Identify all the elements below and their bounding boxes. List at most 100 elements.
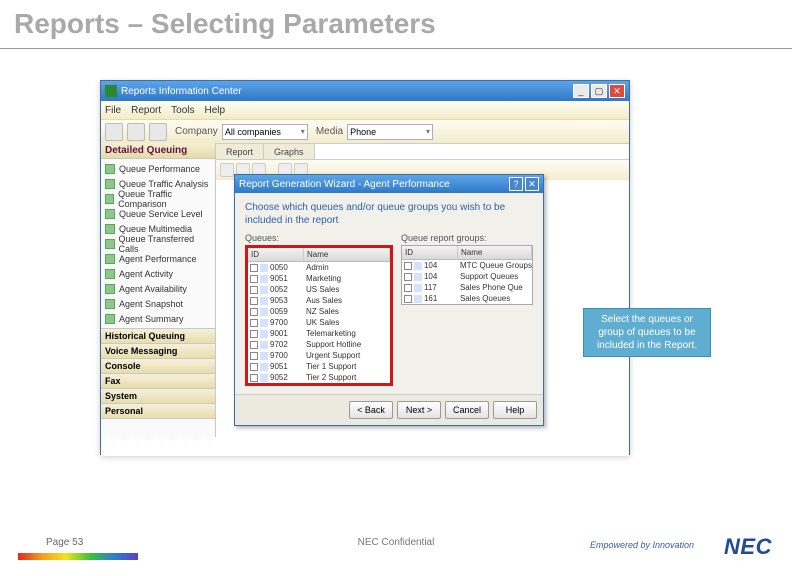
queue-row[interactable]: 9702Support Hotline	[248, 339, 390, 350]
sidebar-item[interactable]: Agent Snapshot	[101, 296, 215, 311]
report-icon	[105, 299, 115, 309]
help-button[interactable]: ?	[509, 177, 523, 191]
titlebar: Reports Information Center _ ▢ ✕	[101, 81, 629, 101]
checkbox[interactable]	[404, 295, 412, 303]
sidebar-item[interactable]: Agent Summary	[101, 311, 215, 326]
queues-label: Queues:	[245, 233, 393, 243]
sidebar-item[interactable]: Agent Availability	[101, 281, 215, 296]
queue-row[interactable]: 9700Urgent Support	[248, 350, 390, 361]
toolbar-icon[interactable]	[127, 123, 145, 141]
menu-file[interactable]: File	[105, 105, 121, 116]
maximize-button[interactable]: ▢	[591, 84, 607, 98]
sidebar-item[interactable]: Queue Traffic Comparison	[101, 191, 215, 206]
queue-icon	[260, 264, 268, 272]
queue-icon	[260, 275, 268, 283]
category-header[interactable]: Voice Messaging	[101, 344, 215, 359]
report-icon	[105, 209, 115, 219]
callout: Select the queues or group of queues to …	[583, 308, 711, 357]
report-icon	[105, 284, 115, 294]
queue-row[interactable]: 0050Admin	[248, 262, 390, 273]
group-row[interactable]: 104Support Queues	[402, 271, 532, 282]
queue-icon	[260, 286, 268, 294]
dialog-close-button[interactable]: ✕	[525, 177, 539, 191]
report-icon	[105, 269, 115, 279]
report-icon	[105, 224, 115, 234]
sidebar-item[interactable]: Queue Performance	[101, 161, 215, 176]
sidebar: Detailed Queuing Queue Performance Queue …	[101, 143, 216, 456]
toolbar-icon[interactable]	[105, 123, 123, 141]
cancel-button[interactable]: Cancel	[445, 401, 489, 419]
checkbox[interactable]	[250, 341, 258, 349]
category-header[interactable]: Personal	[101, 404, 215, 419]
category-header[interactable]: Console	[101, 359, 215, 374]
dialog-titlebar: Report Generation Wizard - Agent Perform…	[235, 175, 543, 193]
checkbox[interactable]	[250, 319, 258, 327]
report-icon	[105, 179, 115, 189]
group-icon	[414, 284, 422, 292]
queue-row[interactable]: 9001Telemarketing	[248, 328, 390, 339]
close-button[interactable]: ✕	[609, 84, 625, 98]
group-icon	[414, 295, 422, 303]
group-row[interactable]: 104MTC Queue Groups	[402, 260, 532, 271]
queues-list[interactable]: IDName 0050Admin9051Marketing0052US Sale…	[245, 245, 393, 386]
group-row[interactable]: 161Sales Queues	[402, 293, 532, 304]
back-button[interactable]: < Back	[349, 401, 393, 419]
menu-help[interactable]: Help	[205, 105, 226, 116]
category-header[interactable]: Historical Queuing	[101, 329, 215, 344]
media-select[interactable]: Phone▾	[347, 124, 433, 140]
toolbar-icon[interactable]	[149, 123, 167, 141]
checkbox[interactable]	[404, 262, 412, 270]
queue-row[interactable]: 9052Tier 2 Support	[248, 372, 390, 383]
checkbox[interactable]	[250, 264, 258, 272]
help-button[interactable]: Help	[493, 401, 537, 419]
sidebar-item[interactable]: Queue Service Level	[101, 206, 215, 221]
checkbox[interactable]	[250, 374, 258, 382]
queue-row[interactable]: 9051Marketing	[248, 273, 390, 284]
checkbox[interactable]	[250, 352, 258, 360]
dialog-instruction: Choose which queues and/or queue groups …	[245, 201, 533, 227]
category-header[interactable]: System	[101, 389, 215, 404]
rainbow-bar	[18, 553, 138, 560]
queue-icon	[260, 319, 268, 327]
chevron-down-icon: ▾	[426, 127, 430, 136]
report-icon	[105, 254, 115, 264]
checkbox[interactable]	[250, 330, 258, 338]
company-select[interactable]: All companies▾	[222, 124, 308, 140]
tab-report[interactable]: Report	[216, 144, 264, 159]
checkbox[interactable]	[404, 284, 412, 292]
checkbox[interactable]	[250, 363, 258, 371]
tab-graphs[interactable]: Graphs	[264, 144, 315, 159]
category-header[interactable]: Fax	[101, 374, 215, 389]
checkbox[interactable]	[404, 273, 412, 281]
sidebar-header: Detailed Queuing	[101, 143, 215, 159]
sidebar-item[interactable]: Agent Activity	[101, 266, 215, 281]
checkbox[interactable]	[250, 297, 258, 305]
checkbox[interactable]	[250, 308, 258, 316]
app-icon	[105, 85, 117, 97]
confidential: NEC Confidential	[358, 537, 435, 548]
sidebar-item[interactable]: Queue Transferred Calls	[101, 236, 215, 251]
queue-row[interactable]: 0052US Sales	[248, 284, 390, 295]
checkbox[interactable]	[250, 286, 258, 294]
menu-report[interactable]: Report	[131, 105, 161, 116]
toolbar-icon[interactable]	[220, 163, 234, 177]
queue-row[interactable]: 9053Aus Sales	[248, 295, 390, 306]
checkbox[interactable]	[250, 275, 258, 283]
dialog-title: Report Generation Wizard - Agent Perform…	[239, 179, 450, 190]
tabstrip: Report Graphs	[216, 144, 629, 160]
group-row[interactable]: 117Sales Phone Que	[402, 282, 532, 293]
queue-icon	[260, 363, 268, 371]
minimize-button[interactable]: _	[573, 84, 589, 98]
dialog-buttons: < Back Next > Cancel Help	[235, 394, 543, 425]
next-button[interactable]: Next >	[397, 401, 441, 419]
report-icon	[105, 239, 115, 249]
groups-list[interactable]: IDName 104MTC Queue Groups104Support Que…	[401, 245, 533, 305]
queue-row[interactable]: 9700UK Sales	[248, 317, 390, 328]
menu-tools[interactable]: Tools	[171, 105, 194, 116]
queue-row[interactable]: 0059NZ Sales	[248, 306, 390, 317]
menubar: File Report Tools Help	[101, 101, 629, 119]
report-icon	[105, 314, 115, 324]
chevron-down-icon: ▾	[301, 127, 305, 136]
queue-icon	[260, 352, 268, 360]
queue-row[interactable]: 9051Tier 1 Support	[248, 361, 390, 372]
